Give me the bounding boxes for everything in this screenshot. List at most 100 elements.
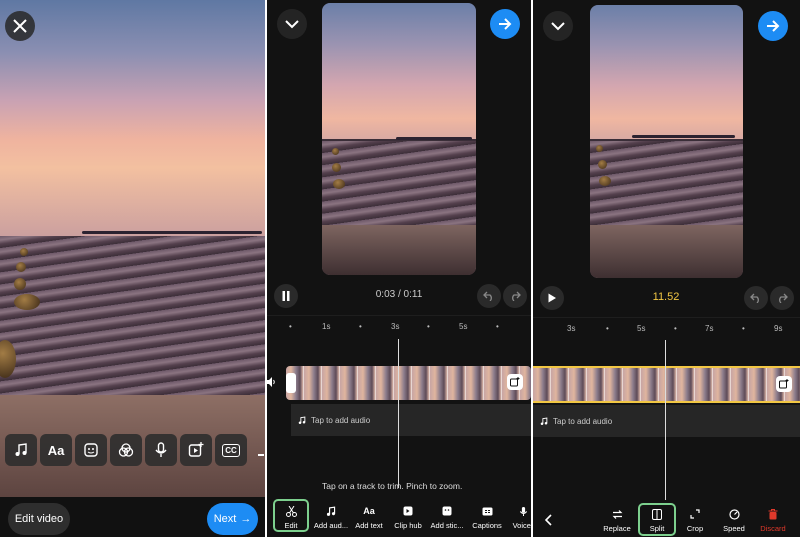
undo-button[interactable] xyxy=(477,284,501,308)
add-clip-button[interactable] xyxy=(507,374,523,390)
next-button[interactable] xyxy=(758,11,788,41)
close-button[interactable] xyxy=(5,11,35,41)
video-clip-track[interactable] xyxy=(286,366,531,400)
split-tool-button[interactable]: Split xyxy=(637,507,677,533)
add-clip-icon xyxy=(188,442,204,457)
playhead[interactable] xyxy=(665,340,666,500)
ruler-dot: • xyxy=(496,322,499,331)
music-icon xyxy=(298,416,306,424)
chevron-down-icon xyxy=(551,22,565,31)
sticker-icon xyxy=(442,506,452,516)
volume-icon[interactable] xyxy=(267,377,276,387)
edit-video-label: Edit video xyxy=(14,513,64,525)
undo-icon xyxy=(483,291,492,301)
video-preview xyxy=(322,3,476,275)
replace-icon xyxy=(612,509,622,519)
split-icon xyxy=(652,508,662,520)
sticker-tool-button[interactable] xyxy=(75,434,107,466)
voiceover-label: Voice- xyxy=(512,521,531,530)
mic-icon xyxy=(519,506,527,516)
add-text-tool-button[interactable]: Aa Add text xyxy=(349,504,389,530)
crop-icon xyxy=(690,509,700,519)
next-button[interactable]: Next → xyxy=(207,503,258,535)
time-display: 11.52 xyxy=(652,291,680,303)
voiceover-tool-button[interactable]: Voice- xyxy=(503,504,531,530)
filter-icon xyxy=(118,443,134,457)
add-audio-tool-button[interactable]: Add aud... xyxy=(311,504,351,530)
speed-label: Speed xyxy=(723,524,745,533)
timeline-area[interactable] xyxy=(533,317,800,318)
edit-screen-clip-selected: 11.52 3s • 5s • 7s • 9s Tap to add audio… xyxy=(533,0,800,537)
replace-label: Replace xyxy=(603,524,631,533)
clip-hub-label: Clip hub xyxy=(394,521,422,530)
ruler-dot: • xyxy=(359,322,362,331)
text-icon: Aa xyxy=(363,506,375,516)
back-chevron-icon[interactable] xyxy=(545,514,553,526)
ruler-label: 5s xyxy=(637,324,646,333)
crop-tool-button[interactable]: Crop xyxy=(675,507,715,533)
ruler-dot: • xyxy=(606,324,609,333)
video-clip-track-selected[interactable] xyxy=(533,366,800,403)
camera-preview-screen: Aa CC Edit video Next → xyxy=(0,0,265,537)
time-display: 0:03 / 0:11 xyxy=(375,289,423,300)
audio-placeholder: Tap to add audio xyxy=(311,415,371,425)
trim-handle[interactable] xyxy=(286,373,296,393)
redo-icon xyxy=(779,293,788,303)
ruler-dot: • xyxy=(742,324,745,333)
discard-label: Discard xyxy=(760,524,786,533)
ruler-label: 5s xyxy=(459,322,468,331)
discard-tool-button[interactable]: Discard xyxy=(753,507,793,533)
video-preview xyxy=(590,5,743,278)
redo-button[interactable] xyxy=(503,284,527,308)
edit-tool-button[interactable]: Edit xyxy=(271,504,311,530)
next-button[interactable] xyxy=(490,9,520,39)
chevron-down-icon xyxy=(285,20,299,29)
video-preview xyxy=(0,0,265,497)
captions-tool-button[interactable]: CC xyxy=(215,434,247,466)
audio-placeholder: Tap to add audio xyxy=(553,416,613,426)
add-text-label: Add text xyxy=(355,521,383,530)
music-tool-button[interactable] xyxy=(5,434,37,466)
undo-button[interactable] xyxy=(744,286,768,310)
redo-button[interactable] xyxy=(770,286,794,310)
trash-icon xyxy=(768,508,778,519)
filter-tool-button[interactable] xyxy=(110,434,142,466)
edit-video-button[interactable]: Edit video xyxy=(8,503,70,535)
music-icon xyxy=(326,506,336,516)
clip-hub-icon xyxy=(403,506,413,516)
text-tool-button[interactable]: Aa xyxy=(40,434,72,466)
add-clip-tool-button[interactable] xyxy=(180,434,212,466)
scissors-icon xyxy=(285,505,297,517)
ruler-dot: • xyxy=(427,322,430,331)
play-button[interactable] xyxy=(540,286,564,310)
add-clip-button[interactable] xyxy=(776,376,792,392)
replace-tool-button[interactable]: Replace xyxy=(597,507,637,533)
audio-track[interactable]: Tap to add audio xyxy=(291,404,531,436)
play-icon xyxy=(548,293,556,303)
ruler-label: 9s xyxy=(774,324,783,333)
speed-tool-button[interactable]: Speed xyxy=(714,507,754,533)
clip-hub-tool-button[interactable]: Clip hub xyxy=(388,504,428,530)
playhead[interactable] xyxy=(398,339,399,488)
captions-icon: CC xyxy=(222,443,240,457)
captions-tool-button[interactable]: Captions xyxy=(467,504,507,530)
edit-tool-label: Edit xyxy=(284,521,298,530)
add-sticker-tool-button[interactable]: Add stic... xyxy=(427,504,467,530)
undo-icon xyxy=(750,293,759,303)
collapse-button[interactable] xyxy=(277,9,307,39)
trim-hint: Tap on a track to trim. Pinch to zoom. xyxy=(322,481,463,491)
collapse-button[interactable] xyxy=(543,11,573,41)
ruler-dot: • xyxy=(289,322,292,331)
pause-button[interactable] xyxy=(274,284,298,308)
timeline-area[interactable] xyxy=(267,315,531,316)
arrow-right-icon xyxy=(767,20,780,32)
voiceover-tool-button[interactable] xyxy=(145,434,177,466)
mic-icon xyxy=(155,442,167,457)
ruler-label: 7s xyxy=(705,324,714,333)
add-audio-label: Add aud... xyxy=(313,521,349,530)
captions-label: Captions xyxy=(472,521,502,530)
ruler-dot: • xyxy=(674,324,677,333)
pause-icon xyxy=(282,291,290,301)
edit-screen-playback: 0:03 / 0:11 • 1s • 3s • 5s • Tap to add … xyxy=(267,0,531,537)
audio-track[interactable]: Tap to add audio xyxy=(533,405,800,437)
